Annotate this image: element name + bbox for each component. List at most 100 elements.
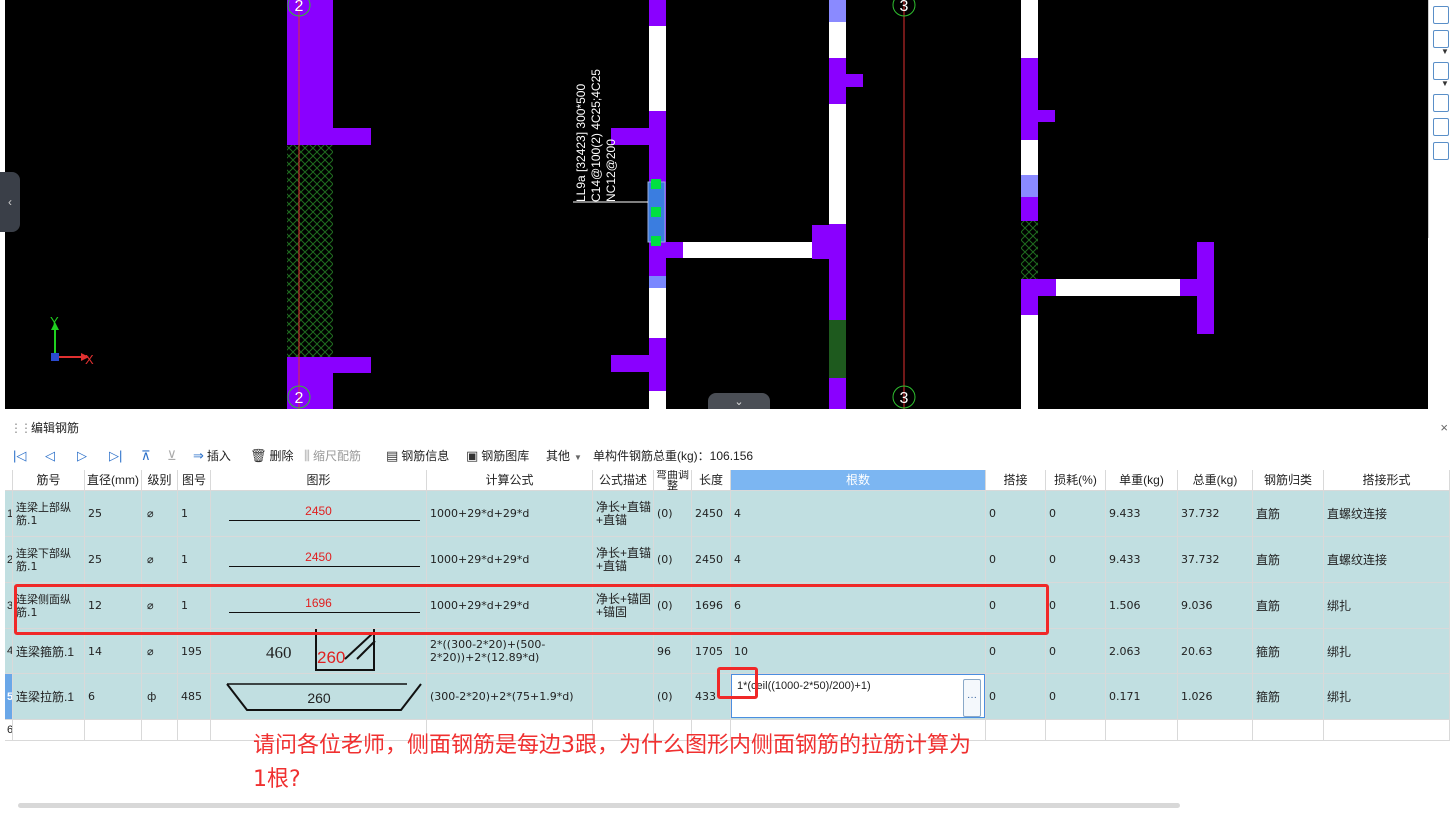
rebar-library-button[interactable]: ▣ 钢筋图库 xyxy=(466,444,529,468)
cell-lap[interactable]: 0 xyxy=(986,629,1046,674)
cell-loss[interactable]: 0 xyxy=(1046,583,1106,629)
col-header-loss[interactable]: 损耗(%) xyxy=(1046,470,1106,491)
cell-shape-stirrup[interactable]: 460 260 xyxy=(211,629,427,674)
col-header-count[interactable]: 根数 xyxy=(731,470,986,491)
horizontal-scrollbar[interactable] xyxy=(18,803,1180,808)
last-record-button[interactable]: ▷| xyxy=(109,444,125,468)
cell-shape-tie[interactable]: 260 xyxy=(211,674,427,720)
empty-cell[interactable] xyxy=(178,720,211,741)
cell-bend[interactable]: 96 xyxy=(654,629,692,674)
cell-shape[interactable]: 2450 xyxy=(211,491,427,537)
cell-name[interactable]: 连梁箍筋.1 xyxy=(13,629,85,674)
cell-diameter[interactable]: 25 xyxy=(85,537,142,583)
col-header-diameter[interactable]: 直径(mm) xyxy=(85,470,142,491)
cell-fig[interactable]: 195 xyxy=(178,629,211,674)
col-header-shape[interactable]: 图形 xyxy=(211,470,427,491)
col-header-category[interactable]: 钢筋归类 xyxy=(1253,470,1324,491)
col-header-lap[interactable]: 搭接 xyxy=(986,470,1046,491)
cell-grade[interactable]: ⌀ xyxy=(142,537,178,583)
close-icon[interactable]: × xyxy=(1440,417,1448,439)
expand-left-handle[interactable]: ‹ xyxy=(0,172,20,232)
cell-name[interactable]: 连梁下部纵筋.1 xyxy=(13,537,85,583)
view-box-icon[interactable] xyxy=(1433,30,1449,48)
row-number-selected[interactable]: 5 xyxy=(5,674,13,720)
cell-name[interactable]: 连梁拉筋.1 xyxy=(13,674,85,720)
cell-count[interactable]: 4 xyxy=(731,537,986,583)
cell-count[interactable]: 4 xyxy=(731,491,986,537)
cell-category[interactable]: 箍筋 xyxy=(1253,629,1324,674)
row-number[interactable]: 3 xyxy=(5,583,13,629)
cell-desc[interactable] xyxy=(593,629,654,674)
ellipsis-button[interactable]: ··· xyxy=(963,679,981,717)
cell-fig[interactable]: 1 xyxy=(178,537,211,583)
scale-rebar-button[interactable]: ⫼ 缩尺配筋 xyxy=(304,444,361,468)
count-formula-input[interactable]: 1*(ceil((1000-2*50)/200)+1) ··· xyxy=(731,674,985,718)
col-header-grade[interactable]: 级别 xyxy=(142,470,178,491)
cell-total-weight[interactable]: 20.63 xyxy=(1178,629,1253,674)
cell-bend[interactable]: (0) xyxy=(654,674,692,720)
cell-unit-weight[interactable]: 9.433 xyxy=(1106,537,1178,583)
cell-grade[interactable]: ⌀ xyxy=(142,629,178,674)
cell-lap[interactable]: 0 xyxy=(986,537,1046,583)
col-header-fig[interactable]: 图号 xyxy=(178,470,211,491)
cell-unit-weight[interactable]: 1.506 xyxy=(1106,583,1178,629)
cell-desc[interactable]: 净长+直锚+直锚 xyxy=(593,537,654,583)
empty-cell[interactable] xyxy=(13,720,85,741)
row-number[interactable]: 2 xyxy=(5,537,13,583)
cell-formula[interactable]: 1000+29*d+29*d xyxy=(427,491,593,537)
cube-icon[interactable] xyxy=(1433,118,1449,136)
move-down-button[interactable]: ⊻ xyxy=(167,444,180,468)
cell-length[interactable]: 2450 xyxy=(692,491,731,537)
cell-diameter[interactable]: 6 xyxy=(85,674,142,720)
cell-fig[interactable]: 485 xyxy=(178,674,211,720)
col-header-desc[interactable]: 公式描述 xyxy=(593,470,654,491)
cell-loss[interactable]: 0 xyxy=(1046,629,1106,674)
cell-unit-weight[interactable]: 9.433 xyxy=(1106,491,1178,537)
col-header-unit-weight[interactable]: 单重(kg) xyxy=(1106,470,1178,491)
col-header-name[interactable]: 筋号 xyxy=(13,470,85,491)
cell-lap[interactable]: 0 xyxy=(986,491,1046,537)
cell-desc[interactable] xyxy=(593,674,654,720)
cell-category[interactable]: 直筋 xyxy=(1253,537,1324,583)
cell-category[interactable]: 直筋 xyxy=(1253,491,1324,537)
prev-record-button[interactable]: ◁ xyxy=(45,444,58,468)
cell-loss[interactable]: 0 xyxy=(1046,674,1106,720)
cell-count[interactable]: 10 xyxy=(731,629,986,674)
cell-grade[interactable]: ф xyxy=(142,674,178,720)
cell-lap-type[interactable]: 直螺纹连接 xyxy=(1324,491,1450,537)
cell-formula[interactable]: 2*((300-2*20)+(500-2*20))+2*(12.89*d) xyxy=(427,629,593,674)
cell-desc[interactable]: 净长+直锚+直锚 xyxy=(593,491,654,537)
row-number[interactable]: 6 xyxy=(5,720,13,741)
empty-cell[interactable] xyxy=(142,720,178,741)
cell-bend[interactable]: (0) xyxy=(654,491,692,537)
move-up-button[interactable]: ⊼ xyxy=(141,444,154,468)
rebar-info-button[interactable]: ▤ 钢筋信息 xyxy=(386,444,449,468)
delete-button[interactable]: 🗑 删除 xyxy=(250,444,294,468)
first-record-button[interactable]: |◁ xyxy=(13,444,29,468)
view-3d-icon[interactable] xyxy=(1433,6,1449,24)
properties-icon[interactable] xyxy=(1433,142,1449,160)
select-icon[interactable] xyxy=(1433,94,1449,112)
empty-cell[interactable] xyxy=(1253,720,1324,741)
cad-canvas[interactable]: 2 2 3 3 Y X LL9a [32423] 300*500 C14@100… xyxy=(5,0,1428,409)
row-number[interactable]: 4 xyxy=(5,629,13,674)
cell-grade[interactable]: ⌀ xyxy=(142,491,178,537)
col-header-lap-type[interactable]: 搭接形式 xyxy=(1324,470,1450,491)
cell-shape[interactable]: 2450 xyxy=(211,537,427,583)
cell-formula[interactable]: 1000+29*d+29*d xyxy=(427,537,593,583)
cell-diameter[interactable]: 14 xyxy=(85,629,142,674)
cell-loss[interactable]: 0 xyxy=(1046,491,1106,537)
dropdown-icon[interactable]: ▼ xyxy=(1441,48,1450,56)
empty-cell[interactable] xyxy=(1324,720,1450,741)
other-dropdown[interactable]: 其他 ▼ xyxy=(546,444,582,468)
collapse-handle[interactable]: ⌄ xyxy=(708,393,770,409)
col-header-formula[interactable]: 计算公式 xyxy=(427,470,593,491)
cell-total-weight[interactable]: 37.732 xyxy=(1178,537,1253,583)
empty-cell[interactable] xyxy=(1178,720,1253,741)
cell-fig[interactable]: 1 xyxy=(178,491,211,537)
row-number[interactable]: 1 xyxy=(5,491,13,537)
col-header-total-weight[interactable]: 总重(kg) xyxy=(1178,470,1253,491)
cell-formula[interactable]: (300-2*20)+2*(75+1.9*d) xyxy=(427,674,593,720)
cell-lap-type[interactable]: 绑扎 xyxy=(1324,583,1450,629)
cell-total-weight[interactable]: 1.026 xyxy=(1178,674,1253,720)
